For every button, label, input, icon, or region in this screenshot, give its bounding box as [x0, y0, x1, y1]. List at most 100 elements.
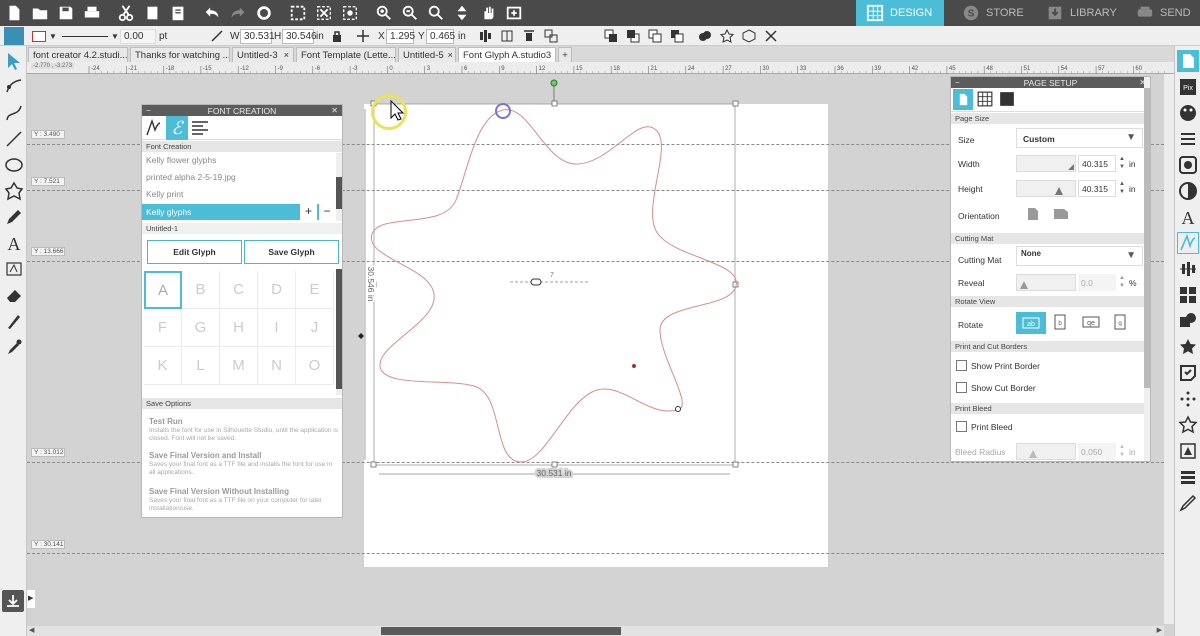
print-bleed-checkbox[interactable]	[956, 421, 967, 432]
ellipse-tool-icon[interactable]	[3, 154, 25, 176]
lock-aspect-icon[interactable]	[330, 28, 344, 44]
text-style-icon[interactable]	[3, 258, 25, 280]
group-icon[interactable]	[544, 29, 558, 43]
move-arrows-icon[interactable]	[452, 3, 472, 23]
eraser-icon[interactable]	[3, 284, 25, 306]
height-input[interactable]: 40.315	[1078, 180, 1116, 197]
paste-icon[interactable]	[168, 3, 188, 23]
remove-font-button[interactable]: −	[319, 204, 335, 220]
page-icon[interactable]	[953, 89, 973, 110]
font-list-scrollbar[interactable]	[336, 153, 342, 221]
scroll-right-arrow-icon[interactable]: ▶	[1157, 626, 1162, 634]
sketch-pen-icon[interactable]	[1177, 492, 1199, 514]
font-list-item[interactable]: Kelly flower glyphs	[146, 155, 216, 165]
select-arrow-icon[interactable]	[3, 50, 25, 72]
select-mode-icon[interactable]	[4, 27, 24, 45]
glyph-cell[interactable]: O	[296, 347, 334, 385]
line-width-input[interactable]: 0.00 pt	[120, 28, 172, 44]
doc-tab-active[interactable]: Font Glyph A.studio3×	[458, 47, 556, 62]
text-align-icon[interactable]	[190, 119, 210, 137]
close-tab-icon[interactable]: ×	[444, 50, 453, 60]
fill-palette-icon[interactable]	[1177, 102, 1199, 124]
x-input[interactable]: 1.295	[386, 28, 415, 44]
save-glyph-button[interactable]: Save Glyph	[244, 240, 339, 264]
glyph-cell[interactable]: E	[296, 271, 334, 309]
open-folder-icon[interactable]	[30, 3, 50, 23]
bleed-radius-slider[interactable]	[1016, 443, 1076, 460]
pixscan-icon[interactable]: Pix	[1177, 76, 1199, 98]
tab-send[interactable]: SEND	[1126, 0, 1200, 26]
add-font-button[interactable]: +	[300, 204, 317, 220]
glyph-cell[interactable]: J	[296, 309, 334, 347]
select-by-color-icon[interactable]	[340, 3, 360, 23]
minimize-icon[interactable]: −	[955, 78, 960, 87]
align-top-icon[interactable]	[522, 29, 536, 43]
glyph-cell[interactable]: D	[258, 271, 296, 309]
flower-shape-path[interactable]	[371, 109, 737, 463]
close-x-icon[interactable]	[764, 29, 778, 43]
3d-box-icon[interactable]	[742, 29, 756, 43]
print-icon[interactable]	[82, 3, 102, 23]
pan-hand-icon[interactable]	[478, 3, 498, 23]
height-input[interactable]: 30.546	[282, 28, 317, 44]
close-tab-icon[interactable]: ×	[280, 50, 289, 60]
send-to-back-icon[interactable]	[670, 29, 684, 43]
doc-tab[interactable]: font creator 4.2.studi...×	[28, 47, 128, 62]
height-stepper[interactable]: ▲ ▼	[1119, 180, 1125, 196]
glyph-cell[interactable]: I	[258, 309, 296, 347]
redo-icon[interactable]	[228, 3, 248, 23]
resize-handles[interactable]	[370, 100, 739, 468]
portrait-icon[interactable]	[1027, 207, 1039, 221]
library-sidebar-icon[interactable]	[2, 590, 24, 612]
bleed-radius-input[interactable]: 0.050	[1078, 443, 1116, 460]
line-style-select[interactable]: ▼	[62, 28, 119, 44]
font-creation-icon[interactable]	[1177, 232, 1199, 254]
save-icon[interactable]	[56, 3, 76, 23]
undo-icon[interactable]	[202, 3, 222, 23]
cut-icon[interactable]	[116, 3, 136, 23]
glyph-cell[interactable]: F	[144, 309, 182, 347]
copy-icon[interactable]	[142, 3, 162, 23]
doc-tab[interactable]: Untitled-5 ×	[398, 47, 456, 62]
align-panel-icon[interactable]	[1177, 258, 1199, 280]
glyph-cell-selected[interactable]: A	[144, 271, 182, 309]
scrollbar-thumb[interactable]	[381, 627, 621, 635]
tab-store[interactable]: S STORE	[952, 0, 1034, 26]
align-center-icon[interactable]	[478, 29, 492, 43]
close-tab-icon[interactable]: ×	[551, 50, 555, 60]
grid-settings-icon[interactable]	[977, 91, 995, 109]
background-settings-icon[interactable]	[999, 91, 1017, 109]
glyph-cell[interactable]: M	[220, 347, 258, 385]
pencil-tool-icon[interactable]	[3, 206, 25, 228]
zoom-select-icon[interactable]	[426, 3, 446, 23]
landscape-icon[interactable]	[1053, 208, 1069, 220]
glyph-cell[interactable]: G	[182, 309, 220, 347]
edit-glyph-button[interactable]: Edit Glyph	[147, 240, 242, 264]
minimize-icon[interactable]: −	[146, 106, 151, 115]
fit-page-icon[interactable]	[504, 3, 524, 23]
glyph-cell[interactable]: B	[182, 271, 220, 309]
save-without-install-option[interactable]: Save Final Version Without Installing	[149, 487, 289, 496]
reveal-input[interactable]: 0.0	[1078, 274, 1116, 291]
distribute-icon[interactable]	[500, 29, 514, 43]
centre-link-icon[interactable]	[530, 278, 542, 286]
tab-design[interactable]: DESIGN	[856, 0, 944, 26]
knife-icon[interactable]	[3, 310, 25, 332]
offset-star-icon[interactable]	[1177, 336, 1199, 358]
expand-left-arrow-icon[interactable]: ▶	[27, 590, 35, 608]
line-width-value[interactable]: 0.00	[120, 28, 156, 44]
doc-tab[interactable]: Thanks for watching ...×	[130, 47, 230, 62]
bring-to-front-icon[interactable]	[648, 29, 662, 43]
rotate-90-icon[interactable]: b	[1054, 314, 1068, 332]
fill-color-swatch[interactable]: ▼	[32, 28, 57, 44]
glyph-cell[interactable]: K	[144, 347, 182, 385]
glyph-cell[interactable]: H	[220, 309, 258, 347]
curve-icon[interactable]	[3, 102, 25, 124]
fill-pattern-icon[interactable]	[1177, 154, 1199, 176]
bleed-radius-stepper[interactable]: ▲ ▼	[1119, 443, 1125, 459]
gradient-icon[interactable]	[1177, 180, 1199, 202]
pivot-diamond[interactable]	[358, 333, 364, 339]
bring-forward-icon[interactable]	[604, 29, 618, 43]
layers-icon[interactable]	[1177, 466, 1199, 488]
weld-icon[interactable]	[698, 29, 712, 43]
